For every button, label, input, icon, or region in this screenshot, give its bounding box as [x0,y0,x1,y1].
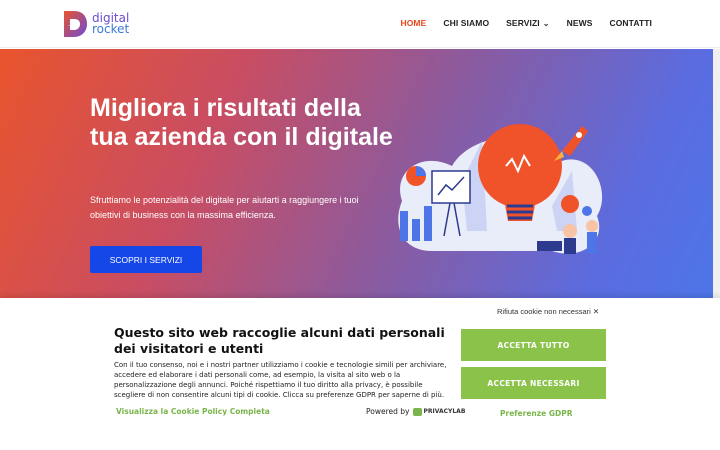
cookie-banner: Rifiuta cookie non necessari ✕ Questo si… [0,298,720,450]
scopri-servizi-button[interactable]: SCOPRI I SERVIZI [90,246,202,273]
hero-section: Migliora i risultati della tua azienda c… [0,49,713,298]
logo-wordmark: digital rocket [92,12,130,36]
cookie-title: Questo sito web raccoglie alcuni dati pe… [114,325,445,356]
nav-chi-siamo[interactable]: CHI SIAMO [443,18,489,28]
logo-line-2: rocket [92,22,130,36]
reject-cookies-link[interactable]: Rifiuta cookie non necessari ✕ [497,307,599,316]
privacylab-brand: PRIVACYLAB [423,408,466,415]
site-logo[interactable]: digital rocket [62,9,129,39]
site-header: digital rocket HOME CHI SIAMO SERVIZI ⌄ N… [0,0,720,48]
nav-contatti[interactable]: CONTATTI [609,18,652,28]
powered-by: Powered by PRIVACYLAB [366,407,465,416]
chevron-down-icon: ⌄ [542,19,550,28]
accept-all-button[interactable]: ACCETTA TUTTO [461,329,606,361]
privacylab-logo[interactable]: PRIVACYLAB [413,407,466,416]
nav-servizi-label: SERVIZI [506,18,540,28]
cookie-policy-link[interactable]: Visualizza la Cookie Policy Completa [116,407,270,416]
lightbulb-rocket-illustration-icon [392,111,612,261]
accept-necessary-button[interactable]: ACCETTA NECESSARI [461,367,606,399]
rocket-logo-icon [62,9,88,39]
powered-by-label: Powered by [366,407,410,416]
check-icon [413,407,423,416]
scrollbar[interactable] [713,49,720,298]
hero-subtitle: Sfruttiamo le potenzialità del digitale … [90,195,359,220]
nav-news[interactable]: NEWS [567,18,593,28]
gdpr-preferences-link[interactable]: Preferenze GDPR [500,409,572,418]
nav-servizi[interactable]: SERVIZI ⌄ [506,18,549,28]
main-nav: HOME CHI SIAMO SERVIZI ⌄ NEWS CONTATTI [400,18,652,28]
cookie-text: Con il tuo consenso, noi e i nostri part… [114,361,447,399]
hero-title: Migliora i risultati della tua azienda c… [90,94,393,151]
nav-home[interactable]: HOME [400,18,426,28]
